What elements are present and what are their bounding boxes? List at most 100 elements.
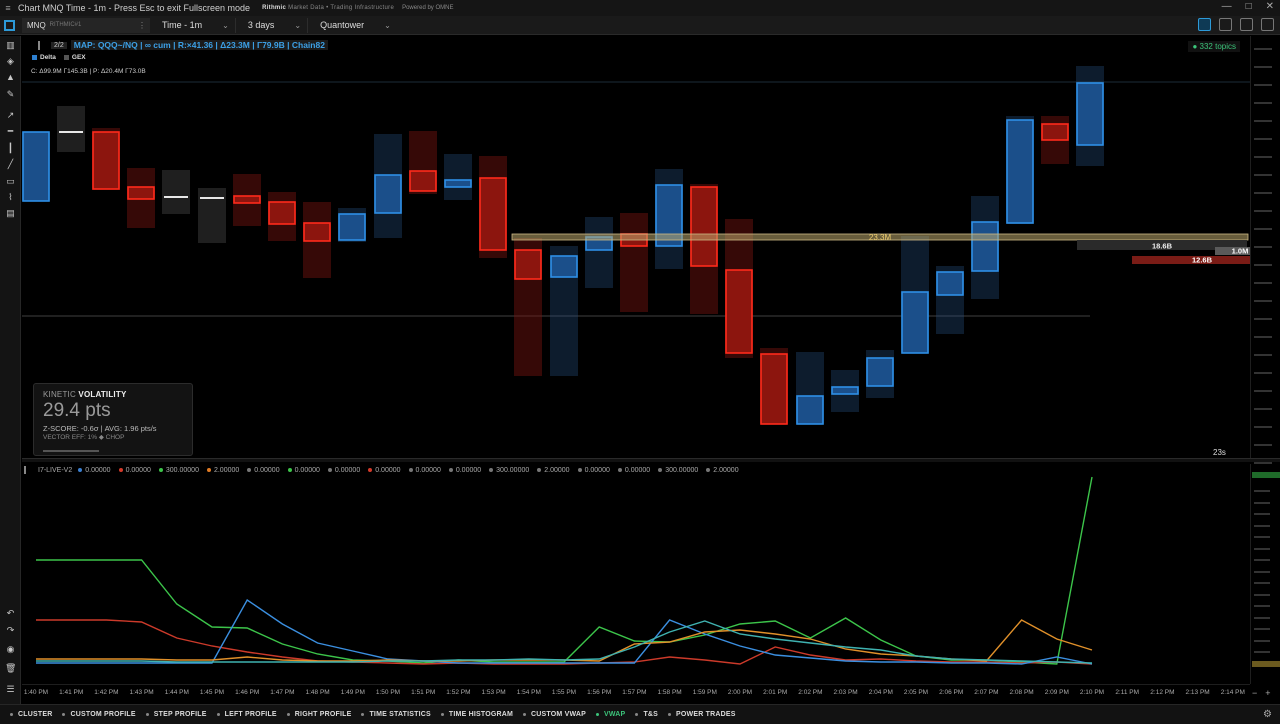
candle[interactable] [162,170,190,214]
close-icon[interactable]: ✕ [1266,1,1274,12]
trash-icon[interactable]: 🗑 [5,663,16,674]
candle[interactable] [655,169,683,269]
candle[interactable] [1076,66,1104,166]
settings-icon[interactable] [1261,18,1274,31]
candle[interactable] [1041,116,1069,164]
price-chart[interactable]: 23.3M 18.6B 1.0M 12.6B [22,36,1250,458]
price-tick [1254,82,1272,87]
maximize-icon[interactable]: □ [1246,1,1252,12]
bottom-tab-custom-profile[interactable]: CUSTOM PROFILE [62,711,136,718]
style-selector[interactable]: Quantower ⌄ [314,18,397,33]
visibility-icon[interactable]: ◉ [5,644,16,655]
zoom-out-icon[interactable]: − [1252,688,1257,698]
bottom-tab-cluster[interactable]: CLUSTER [10,711,52,718]
candle[interactable] [233,174,261,226]
symbol-selector[interactable]: MNQ RITHMIC#1 ⋮ [22,17,150,33]
candle[interactable] [620,213,648,312]
candle[interactable] [831,370,859,412]
app-logo-icon[interactable] [0,16,18,34]
ruler-icon[interactable]: ▤ [5,208,16,219]
candle[interactable] [374,134,402,238]
bottom-tab-time-histogram[interactable]: TIME HISTOGRAM [440,711,513,718]
panel-icon[interactable] [1240,18,1253,31]
price-tick [1254,154,1272,159]
minimize-icon[interactable]: — [1222,1,1232,12]
zoom-in-icon[interactable]: + [1265,688,1270,698]
candle[interactable] [514,238,542,376]
candle[interactable] [444,154,472,200]
trade-icon[interactable] [1198,18,1211,31]
more-icon[interactable]: ⋮ [138,21,146,30]
legend-gex[interactable]: GEX [63,54,86,61]
blue-series[interactable] [36,598,1093,665]
candle[interactable] [92,128,120,190]
indicator-icon[interactable] [24,466,32,474]
candle[interactable] [198,188,226,243]
tab-dot-icon [10,713,13,716]
candle[interactable] [866,350,894,398]
indicator-icon[interactable] [38,40,47,50]
time-tick-label: 2:00 PM [727,689,753,696]
chart-type-icon[interactable]: ▥ [5,40,16,51]
brush-icon[interactable]: ✎ [5,89,16,100]
price-axis[interactable] [1250,36,1280,464]
candle[interactable] [22,131,50,202]
bottom-tab-vwap[interactable]: VWAP [596,711,625,718]
tab-dot-icon [286,713,290,716]
bottom-tab-custom-vwap[interactable]: CUSTOM VWAP [523,711,586,718]
candle[interactable] [57,106,85,152]
layers-icon[interactable]: ◈ [5,56,16,67]
indicator-name[interactable]: I7-LIVE-V2 [38,467,72,474]
bottom-tab-t-s[interactable]: T&S [635,711,658,718]
alert-icon[interactable]: ▲ [5,72,16,83]
vertical-line-icon[interactable]: ┃ [5,143,16,154]
indicator-pane[interactable] [22,464,1250,684]
candle[interactable] [796,352,824,425]
time-axis[interactable]: 1:40 PM 1:41 PM 1:42 PM 1:43 PM 1:44 PM 1:45 … [22,684,1250,702]
candle[interactable] [127,168,155,228]
candle[interactable] [936,266,964,334]
bottom-tab-right-profile[interactable]: RIGHT PROFILE [286,711,352,718]
trend-line-icon[interactable]: ╱ [5,159,16,170]
green-series[interactable] [36,476,1093,665]
candle[interactable] [550,246,578,376]
price-tick [1254,442,1272,447]
undo-icon[interactable]: ↶ [5,608,16,619]
range-selector[interactable]: 3 days ⌄ [242,17,309,33]
bottom-tab-step-profile[interactable]: STEP PROFILE [145,711,207,718]
redo-icon[interactable]: ↷ [5,625,16,636]
candle[interactable] [971,196,999,299]
calculator-icon[interactable] [1219,18,1232,31]
candle[interactable] [479,156,507,258]
horizontal-line-icon[interactable]: ━ [5,126,16,137]
price-tick [1254,370,1272,375]
bottom-tab-time-statistics[interactable]: TIME STATISTICS [361,711,431,718]
candle[interactable] [585,217,613,288]
gear-icon[interactable]: ⚙ [1263,709,1272,720]
candle[interactable] [901,236,929,354]
time-tick-label: 1:57 PM [622,689,647,696]
price-tick [1254,118,1272,123]
pager[interactable]: 2/2 [51,41,67,49]
pane-splitter[interactable] [22,458,1280,462]
arrow-icon[interactable]: ↗ [5,110,16,121]
candle[interactable] [409,131,437,194]
candle[interactable] [303,202,331,278]
orange-series[interactable] [36,619,1093,662]
list-icon[interactable]: ☰ [5,684,16,695]
menu-icon[interactable]: ≡ [0,3,16,13]
rectangle-icon[interactable]: ▭ [5,176,16,187]
bottom-tab-power-trades[interactable]: POWER TRADES [668,711,736,718]
timeframe-selector[interactable]: Time - 1m ⌄ [156,17,236,33]
indicator-axis[interactable] [1250,464,1280,684]
topics-badge[interactable]: ● 332 topics [1188,41,1240,52]
level-label: 18.6B [1152,242,1173,251]
legend-delta[interactable]: Delta [32,54,56,61]
bottom-tab-left-profile[interactable]: LEFT PROFILE [216,711,277,718]
fib-icon[interactable]: ⌇ [5,192,16,203]
candle[interactable] [338,208,366,242]
candle[interactable] [268,192,296,241]
candle[interactable] [760,348,788,425]
candle[interactable] [690,184,718,314]
candle[interactable] [1006,116,1034,224]
